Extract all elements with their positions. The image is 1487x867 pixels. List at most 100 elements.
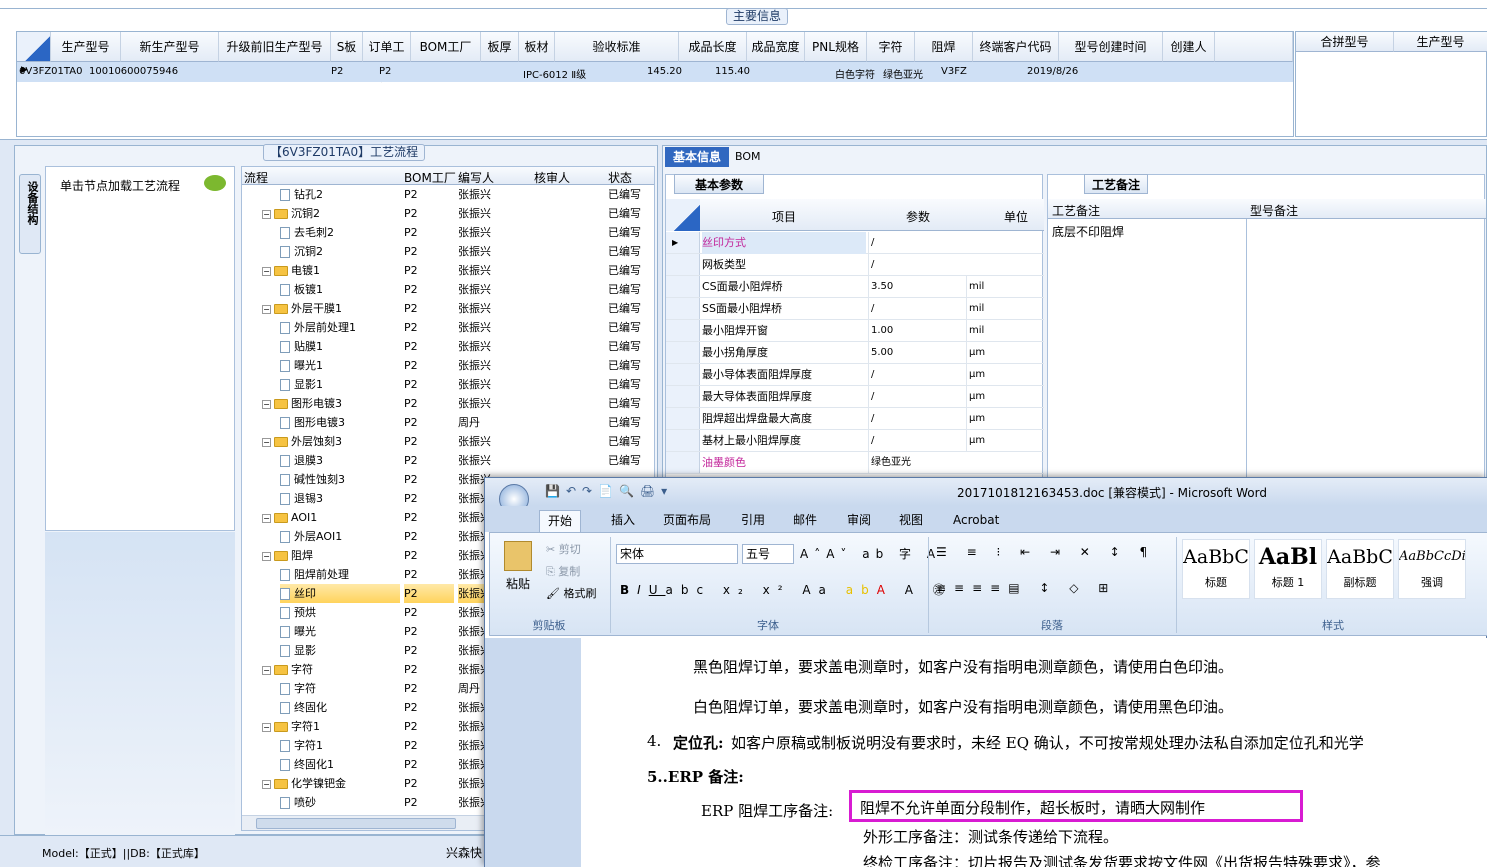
tree-node[interactable]: 丝印 [280,584,400,603]
process-notes-text[interactable]: 底层不印阻焊 [1052,223,1124,240]
col-header-merged-model[interactable]: 合拼型号 [1296,32,1394,52]
tree-node[interactable]: − 外层干膜1 [262,299,400,318]
param-row[interactable]: ▶ 丝印方式 / [666,232,1044,254]
param-row-header[interactable] [666,298,700,319]
tree-node[interactable]: − 图形电镀3 [262,394,400,413]
collapse-toggle-icon[interactable]: − [262,304,271,314]
tree-node[interactable]: − 阻焊 [262,546,400,565]
collapse-toggle-icon[interactable]: − [262,399,271,409]
param-row[interactable]: CS面最小阻焊桥 3.50 mil [666,276,1044,298]
param-row-header[interactable] [666,254,700,275]
col-header-main-4[interactable]: 订单工厂 [363,32,411,84]
table-row[interactable]: ▶ 6V3FZ01TA0 10010600075946 P2 P2 IPC-6012 Ⅱ… [17,62,1293,82]
main-cell-14[interactable]: V3FZ [941,66,1027,77]
col-header-writer[interactable]: 编写人 [458,169,494,186]
col-header-main-8[interactable]: 验收标准 [555,32,679,62]
param-value[interactable]: / [868,232,964,254]
style-item[interactable]: AaBbC 标题 [1182,539,1250,599]
comment-icon[interactable] [204,175,226,191]
ribbon-tab-1[interactable]: 插入 [603,510,643,532]
param-value[interactable]: / [868,298,964,320]
col-header-main-10[interactable]: 成品宽度 [747,32,805,62]
col-header-unit[interactable]: 单位 [1004,208,1028,225]
style-item[interactable]: AaBbC 副标题 [1326,539,1394,599]
copy-button[interactable]: ⎘ 复制 [546,563,580,579]
merged-models-grid[interactable]: 合拼型号 生产型号 [1295,31,1487,137]
word-title-bar[interactable]: 💾↶↷📄🔍🖨▾ 2017101812163453.doc [兼容模式] - Mi… [485,478,1487,514]
param-row[interactable]: 阻焊超出焊盘最大高度 / μm [666,408,1044,430]
scrollbar-thumb[interactable] [256,818,456,829]
tree-node[interactable]: − 外层蚀刻3 [262,432,400,451]
param-row-header[interactable]: ▶ [666,232,700,253]
ribbon-tab-7[interactable]: Acrobat [945,510,1007,532]
tree-node[interactable]: 喷砂 [280,793,400,812]
tree-node[interactable]: 外层前处理1 [280,318,400,337]
collapse-toggle-icon[interactable]: − [262,722,271,732]
param-row-header[interactable] [666,386,700,407]
tree-node[interactable]: 图形电镀3 [280,413,400,432]
tree-node[interactable]: 沉铜2 [280,242,400,261]
tree-node[interactable]: 显影 [280,641,400,660]
param-value[interactable]: 1.00 [868,320,964,342]
collapse-toggle-icon[interactable]: − [262,266,271,276]
tree-node[interactable]: − 化学镍钯金 [262,774,400,793]
collapse-toggle-icon[interactable]: − [262,513,271,523]
col-header-bom-factory[interactable]: BOM工厂 [404,169,456,186]
tree-row[interactable]: − 沉铜2 P2 张振兴 已编写 [242,204,654,223]
param-row-header[interactable] [666,342,700,363]
font-size-select[interactable]: 五号 [742,544,794,564]
main-cell-13[interactable]: 绿色亚光 [883,66,941,81]
param-value[interactable]: 绿色亚光 [868,452,964,474]
tree-node[interactable]: − AOI1 [262,508,400,527]
tree-row[interactable]: 钻孔2 P2 张振兴 已编写 [242,185,654,204]
font-style-buttons[interactable]: BIUabc x₂ x² Aa abA A ㊟ [620,581,953,598]
col-header-main-15[interactable]: 型号创建时间 [1059,32,1163,62]
param-row[interactable]: 最小拐角厚度 5.00 μm [666,342,1044,364]
tree-row[interactable]: 板镀1 P2 张振兴 已编写 [242,280,654,299]
collapse-toggle-icon[interactable]: − [262,779,271,789]
ribbon-tab-2[interactable]: 页面布局 [655,510,719,532]
tree-row[interactable]: 贴膜1 P2 张振兴 已编写 [242,337,654,356]
tree-node[interactable]: 终固化1 [280,755,400,774]
quick-access-icons[interactable]: 💾↶↷📄🔍🖨▾ [545,484,673,498]
param-row-header[interactable] [666,364,700,385]
col-header-main-14[interactable]: 终端客户代码 [973,32,1059,62]
tree-node[interactable]: 曝光 [280,622,400,641]
font-name-select[interactable]: 宋体 [616,544,738,564]
style-item[interactable]: AaBl 标题 1 [1254,539,1322,599]
main-cell-9[interactable]: 145.20 [647,66,715,77]
collapse-toggle-icon[interactable]: − [262,665,271,675]
tree-node[interactable]: 退锡3 [280,489,400,508]
tree-row[interactable]: 退膜3 P2 张振兴 已编写 [242,451,654,470]
collapse-toggle-icon[interactable]: − [262,209,271,219]
paste-icon[interactable] [504,541,532,571]
params-corner[interactable] [666,199,700,231]
tree-row[interactable]: − 图形电镀3 P2 张振兴 已编写 [242,394,654,413]
tree-row[interactable]: − 外层干膜1 P2 张振兴 已编写 [242,299,654,318]
list-buttons[interactable]: ☰ ≡ ⁝ ⇤ ⇥ ✕ ↕ ¶ [936,545,1155,559]
tree-node[interactable]: 预烘 [280,603,400,622]
tab-process-notes[interactable]: 工艺备注 [1084,174,1148,194]
tree-row[interactable]: 曝光1 P2 张振兴 已编写 [242,356,654,375]
tab-basic-info[interactable]: 基本信息 [665,147,729,167]
main-info-grid[interactable]: 生产型号新生产型号升级前旧生产型号S板订单工厂BOM工厂板厚板材验收标准成品长度… [16,31,1294,137]
tree-node[interactable]: 字符1 [280,736,400,755]
param-row-header[interactable] [666,408,700,429]
main-cell-15[interactable]: 2019/8/26 [1027,66,1131,77]
select-all-corner[interactable] [17,32,51,62]
tab-basic-params[interactable]: 基本参数 [674,174,764,194]
param-value[interactable]: 5.00 [868,342,964,364]
ribbon-tab-4[interactable]: 邮件 [785,510,825,532]
tree-node[interactable]: 外层AOI1 [280,527,400,546]
col-header-main-13[interactable]: 阻焊 [915,32,973,62]
tree-node[interactable]: 曝光1 [280,356,400,375]
col-header-item[interactable]: 项目 [772,208,796,225]
param-row[interactable]: 油墨颜色 绿色亚光 [666,452,1044,474]
tree-row[interactable]: 沉铜2 P2 张振兴 已编写 [242,242,654,261]
col-header-flow[interactable]: 流程 [244,169,268,186]
style-item[interactable]: AaBbCcDi 强调 [1398,539,1466,599]
param-row[interactable]: SS面最小阻焊桥 / mil [666,298,1044,320]
param-row-header[interactable] [666,452,700,473]
col-header-main-3[interactable]: S板 [331,32,363,62]
collapse-toggle-icon[interactable]: − [262,437,271,447]
